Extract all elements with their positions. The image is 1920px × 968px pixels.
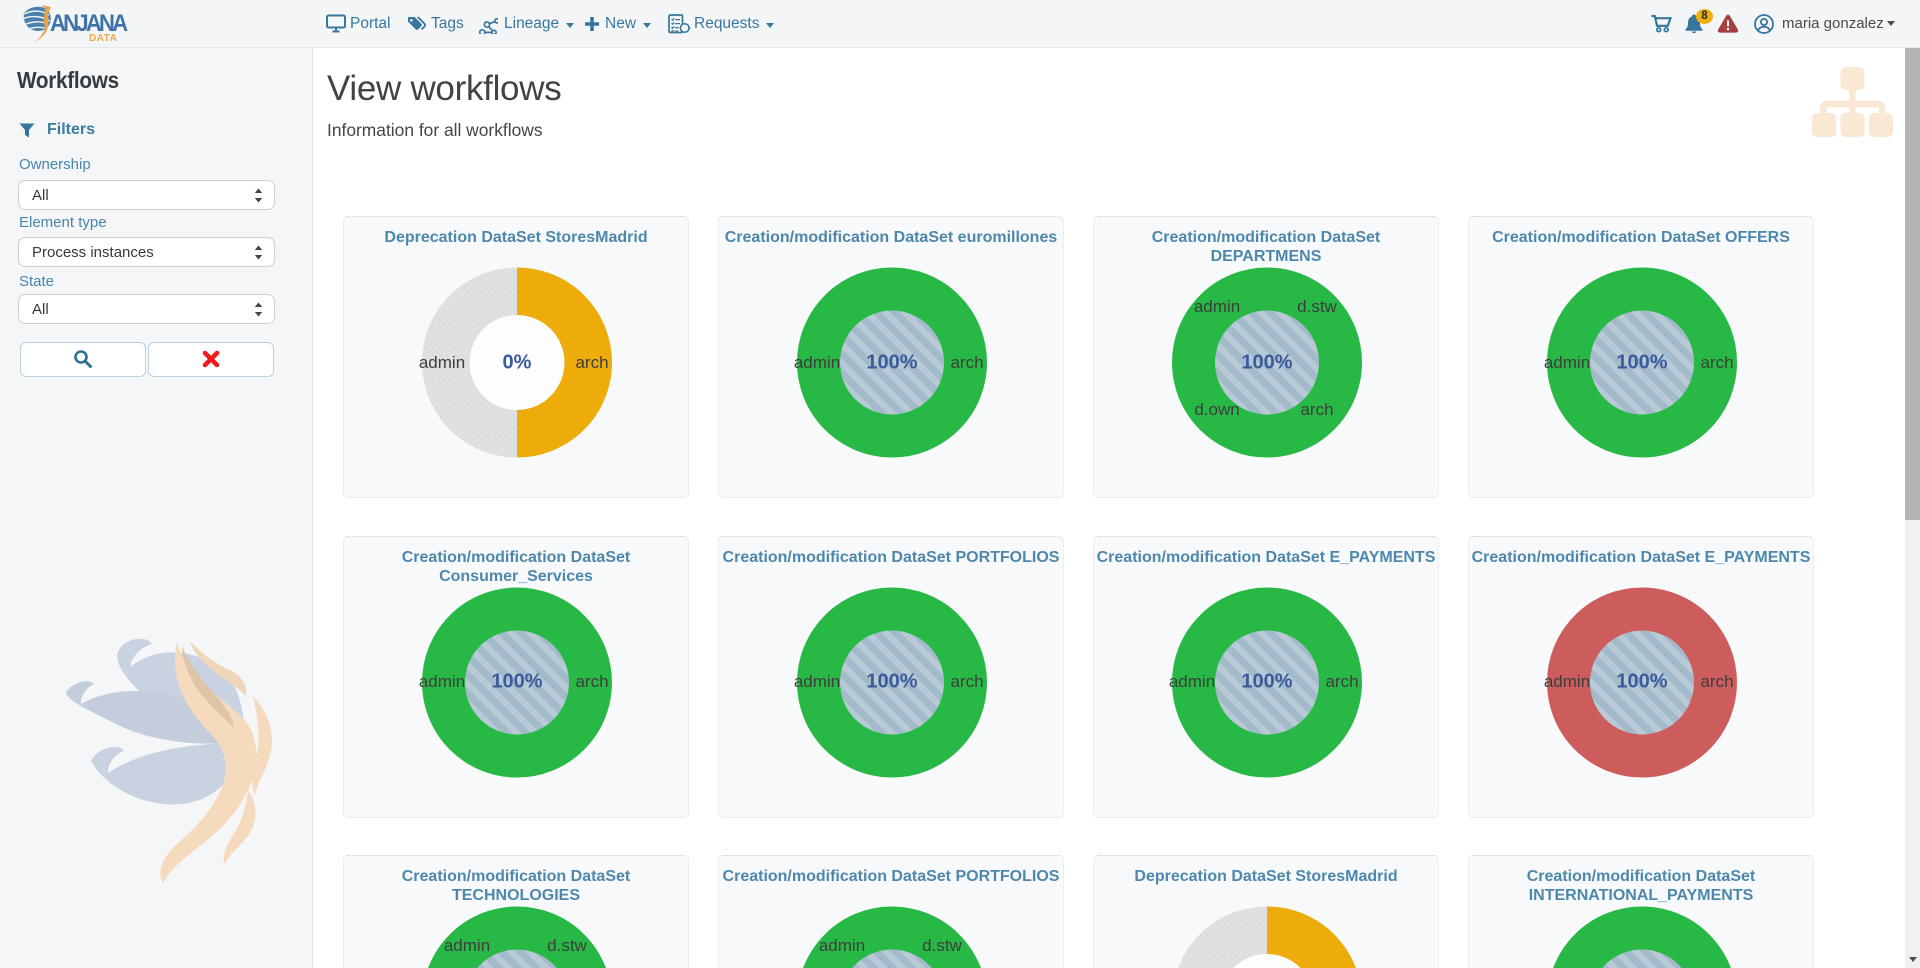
svg-text:DATA: DATA — [89, 33, 117, 44]
